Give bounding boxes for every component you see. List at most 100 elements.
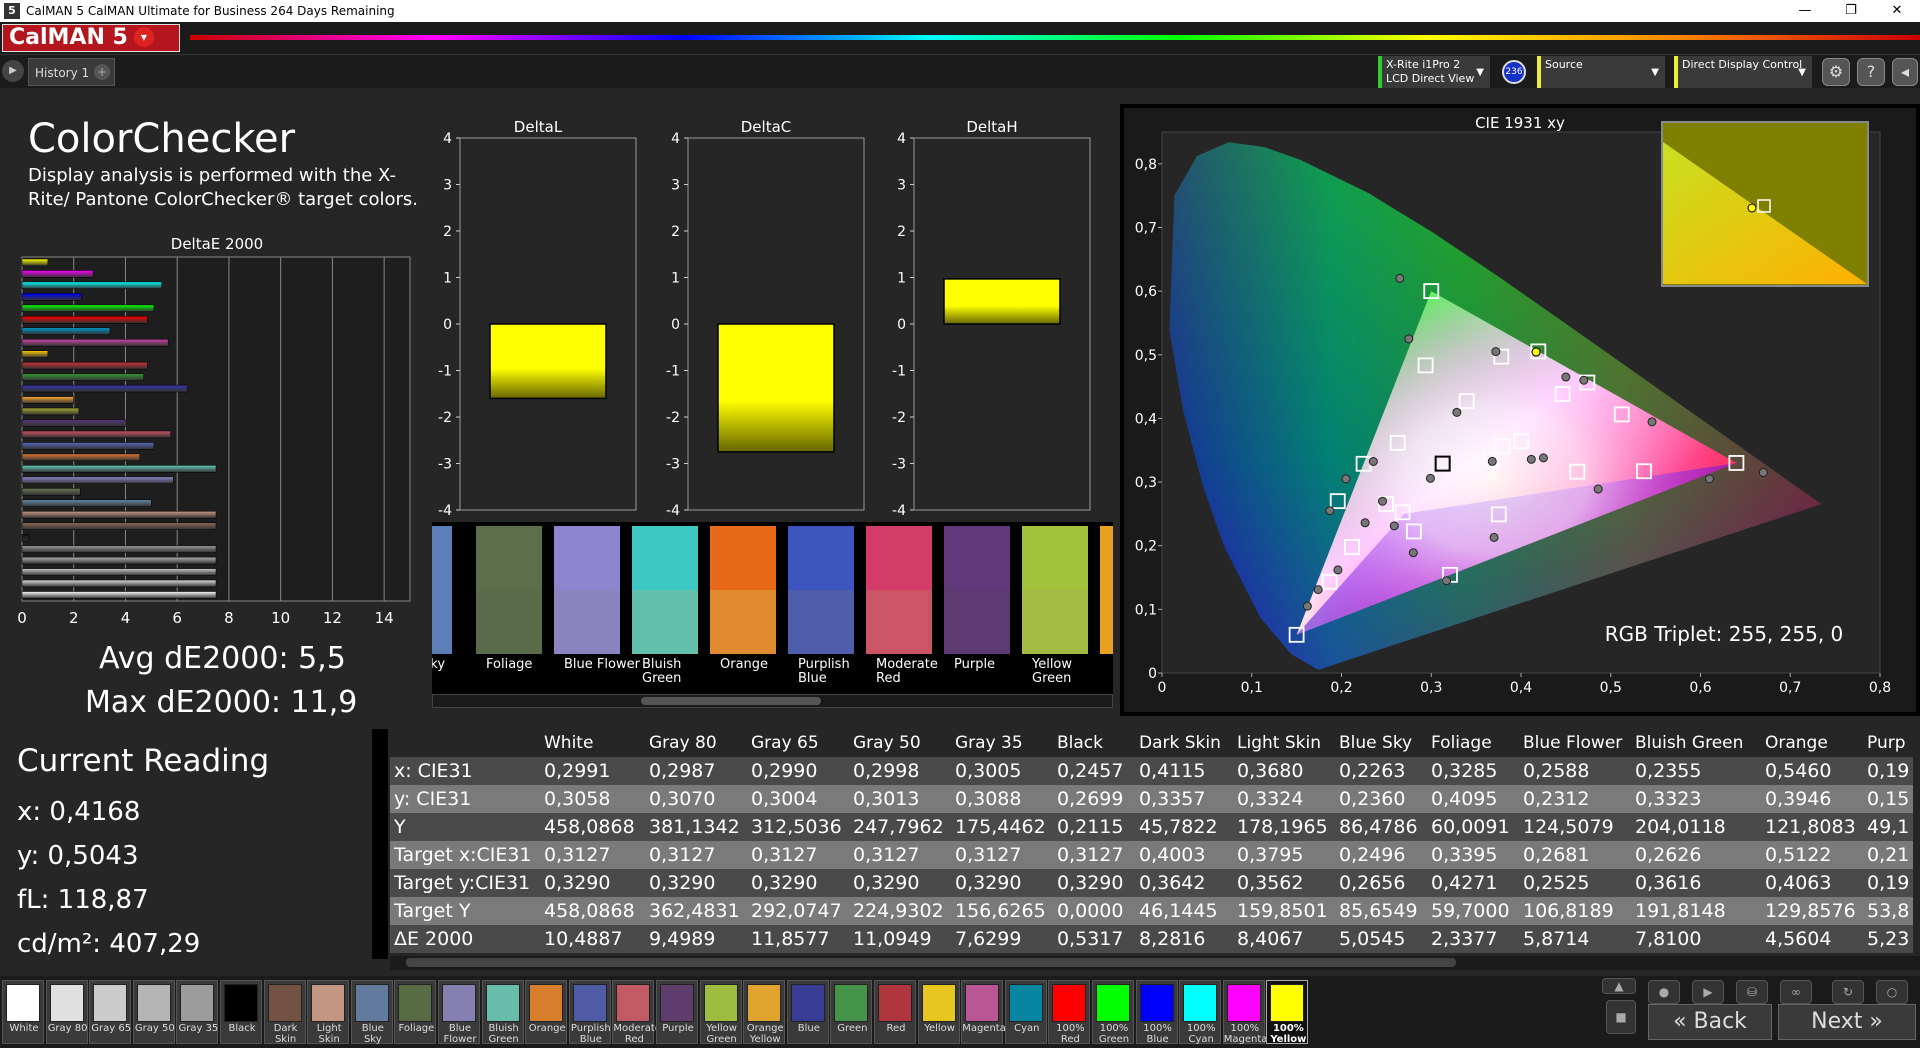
swatch-button[interactable]: 100% Blue: [1135, 980, 1178, 1045]
column-header[interactable]: Black: [1053, 729, 1135, 757]
swatch-button[interactable]: Orange: [525, 980, 568, 1044]
swatch-button[interactable]: Gray 35: [176, 980, 219, 1044]
column-header[interactable]: Blue Sky: [1335, 729, 1427, 757]
column-header[interactable]: White: [540, 729, 645, 757]
y-tick-label: 2: [443, 224, 452, 240]
play-icon[interactable]: ▶: [1692, 980, 1724, 1004]
swatch-button[interactable]: Magenta: [961, 980, 1006, 1044]
swatch-button[interactable]: Blue Flower: [438, 980, 480, 1045]
delta-bar: [717, 323, 835, 453]
table-scrollbar[interactable]: [390, 956, 1920, 970]
swatch-button-label: Blue Sky: [361, 1023, 384, 1045]
next-button[interactable]: Next »: [1778, 1004, 1916, 1040]
restore-icon[interactable]: ❐: [1828, 0, 1874, 22]
measured-marker: [1487, 456, 1497, 466]
swatch-label: Orange: [720, 657, 769, 672]
table-cell: 86,4786: [1339, 816, 1418, 838]
table-cell: 159,8501: [1237, 900, 1328, 922]
chevron-down-icon: ▼: [1476, 67, 1484, 78]
column-header[interactable]: [390, 729, 540, 757]
settings-icon[interactable]: ⚙: [1822, 58, 1850, 86]
swatch-button-label: 100% Yellow: [1270, 1023, 1307, 1045]
swatch-measured: [866, 590, 932, 654]
y-tick-label: 0,8: [1135, 157, 1157, 173]
deltae-bar: [21, 442, 155, 450]
swatch-button[interactable]: 100% Red: [1048, 980, 1091, 1045]
expand-icon[interactable]: ◂: [1892, 58, 1918, 86]
column-header[interactable]: Purp: [1863, 729, 1913, 757]
y-tick-label: 3: [671, 178, 680, 194]
swatch-button-label: Red: [886, 1023, 906, 1034]
play-icon[interactable]: ▶: [2, 60, 24, 82]
calman-logo-menu[interactable]: CalMAN 5 ▾: [2, 24, 180, 52]
stop-icon[interactable]: ■: [1606, 1000, 1636, 1034]
swatch-button[interactable]: 100% Magenta: [1222, 980, 1267, 1045]
swatch-button[interactable]: 100% Yellow: [1266, 980, 1309, 1045]
swatch-button[interactable]: Light Skin: [307, 980, 350, 1045]
column-header[interactable]: Foliage: [1427, 729, 1519, 757]
table-cell: 362,4831: [649, 900, 740, 922]
swatch-button[interactable]: Gray 50: [132, 980, 175, 1044]
swatch-button[interactable]: Black: [220, 980, 262, 1044]
swatch-button[interactable]: Moderate Red: [612, 980, 661, 1045]
table-cell: 0,2355: [1635, 760, 1702, 782]
source-selector[interactable]: Source ▼: [1537, 56, 1665, 88]
add-tab-icon[interactable]: +: [94, 64, 110, 80]
minimize-icon[interactable]: —: [1782, 0, 1828, 22]
scroll-thumb[interactable]: [641, 697, 821, 705]
swatch-button[interactable]: Bluish Green: [481, 980, 524, 1045]
rainbow-bar: [190, 35, 1920, 40]
swatch-measured: [788, 590, 854, 654]
swatch-button[interactable]: Blue Sky: [350, 980, 393, 1045]
swatch-button[interactable]: Foliage: [394, 980, 437, 1044]
swatch-button[interactable]: Gray 80: [45, 980, 88, 1044]
swatch-button[interactable]: Dark Skin: [263, 980, 306, 1045]
swatch-button[interactable]: 100% Cyan: [1179, 980, 1222, 1045]
refresh-icon[interactable]: ↻: [1832, 980, 1864, 1004]
swatch-button[interactable]: Cyan: [1004, 980, 1047, 1044]
swatch-button[interactable]: White: [2, 980, 44, 1044]
swatch-scrollbar[interactable]: [432, 694, 1113, 708]
scroll-thumb[interactable]: [406, 958, 1456, 967]
column-header[interactable]: Orange: [1761, 729, 1863, 757]
table-cell: 381,1342: [649, 816, 740, 838]
help-icon[interactable]: ?: [1857, 58, 1885, 86]
loop-icon[interactable]: ∞: [1780, 980, 1812, 1004]
swatch-button[interactable]: 100% Green: [1092, 980, 1134, 1045]
back-button[interactable]: « Back: [1648, 1004, 1772, 1040]
swatch-button[interactable]: Purplish Blue: [568, 980, 611, 1045]
column-header[interactable]: Gray 50: [849, 729, 951, 757]
column-header[interactable]: Dark Skin: [1135, 729, 1233, 757]
deltac-chart: 4 3 2 1 0 -1 -2 -3 -4: [666, 131, 865, 518]
column-header[interactable]: Light Skin: [1233, 729, 1335, 757]
chevron-up-icon[interactable]: ▲: [1602, 978, 1636, 994]
column-header[interactable]: Gray 65: [747, 729, 849, 757]
swatch-button[interactable]: Blue: [786, 980, 829, 1044]
deltae-bar: [21, 568, 217, 576]
display-selector[interactable]: Direct Display Control ▼: [1674, 56, 1812, 88]
swatch-button[interactable]: Orange Yellow: [743, 980, 786, 1045]
swatch-button[interactable]: Purple: [656, 980, 698, 1044]
column-header[interactable]: Gray 80: [645, 729, 747, 757]
column-header[interactable]: Bluish Green: [1631, 729, 1761, 757]
swatch-button[interactable]: Green: [830, 980, 873, 1044]
deltae-bar: [21, 281, 162, 290]
table-cell: 106,8189: [1523, 900, 1614, 922]
y-tick-label: -1: [438, 364, 452, 380]
column-header[interactable]: Gray 35: [951, 729, 1053, 757]
swatch-button[interactable]: Red: [874, 980, 916, 1044]
record-icon[interactable]: ●: [1648, 980, 1680, 1004]
swatch-button[interactable]: Yellow Green: [699, 980, 742, 1045]
swatch-button[interactable]: Yellow: [917, 980, 960, 1044]
y-tick-label: 0: [897, 317, 906, 333]
column-header[interactable]: Blue Flower: [1519, 729, 1631, 757]
save-icon[interactable]: ⛁: [1736, 980, 1768, 1004]
circle-icon[interactable]: ○: [1876, 980, 1908, 1004]
meter-badge[interactable]: 236: [1502, 60, 1526, 84]
table-cell: 0,3642: [1139, 872, 1206, 894]
rgb-triplet-label: RGB Triplet: 255, 255, 0: [1605, 622, 1844, 646]
swatch-button[interactable]: Gray 65: [89, 980, 132, 1044]
close-icon[interactable]: ✕: [1874, 0, 1920, 22]
meter-selector[interactable]: X-Rite i1Pro 2 LCD Direct View ▼: [1378, 56, 1490, 88]
y-tick-label: 1: [443, 271, 452, 287]
